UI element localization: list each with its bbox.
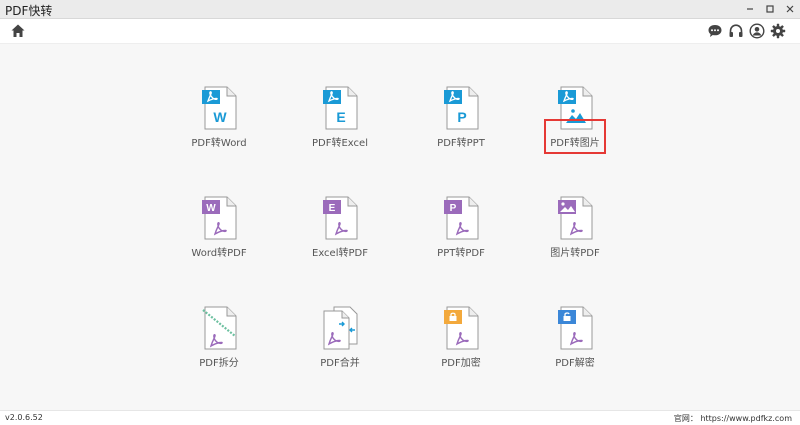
ppt-to-pdf-icon: P [444, 196, 479, 240]
tool-word-to-pdf[interactable]: W Word转PDF [164, 196, 274, 276]
tool-pdf-to-word[interactable]: W PDF转Word [164, 86, 274, 166]
image-to-pdf-icon [558, 196, 593, 240]
close-icon[interactable] [782, 1, 798, 17]
maximize-icon[interactable] [762, 1, 778, 17]
pdf-to-word-icon: W [202, 86, 237, 130]
gear-icon[interactable] [770, 23, 786, 39]
chat-icon[interactable] [707, 23, 723, 39]
tool-ppt-to-pdf[interactable]: P PPT转PDF [406, 196, 516, 276]
tool-label: PDF解密 [555, 358, 595, 369]
minimize-icon[interactable] [742, 1, 758, 17]
status-bar: v2.0.6.52 官网： https://www.pdfkz.com [0, 410, 800, 425]
tool-label: Word转PDF [191, 248, 247, 259]
pdf-to-ppt-icon: P [444, 86, 479, 130]
toolbar [0, 19, 800, 43]
tool-pdf-merge[interactable]: PDF合并 [285, 306, 395, 386]
tool-pdf-encrypt[interactable]: PDF加密 [406, 306, 516, 386]
svg-text:P: P [450, 203, 457, 214]
tool-label: PDF转Excel [312, 138, 368, 149]
pdf-decrypt-icon [558, 306, 593, 350]
tool-label: 图片转PDF [550, 248, 600, 259]
tool-pdf-decrypt[interactable]: PDF解密 [520, 306, 630, 386]
tool-excel-to-pdf[interactable]: E Excel转PDF [285, 196, 395, 276]
tool-label: PDF转Word [191, 138, 247, 149]
version-label: v2.0.6.52 [5, 413, 43, 422]
tool-grid: W PDF转Word E PDF转Excel P PDF转PPT PDF转图片 … [0, 43, 800, 410]
tool-label: PDF加密 [441, 358, 481, 369]
tool-pdf-split[interactable]: PDF拆分 [164, 306, 274, 386]
tool-pdf-to-excel[interactable]: E PDF转Excel [285, 86, 395, 166]
pdf-encrypt-icon [444, 306, 479, 350]
app-title: PDF快转 [5, 4, 53, 18]
svg-text:W: W [213, 109, 227, 125]
tool-label: PPT转PDF [437, 248, 485, 259]
pdf-split-icon [202, 306, 237, 350]
svg-text:E: E [336, 109, 345, 125]
pdf-to-excel-icon: E [323, 86, 358, 130]
headset-icon[interactable] [728, 23, 744, 39]
svg-text:P: P [457, 109, 466, 125]
tool-image-to-pdf[interactable]: 图片转PDF [520, 196, 630, 276]
home-icon[interactable] [10, 23, 26, 39]
tool-label: PDF合并 [320, 358, 360, 369]
pdf-merge-icon [323, 306, 358, 350]
tool-pdf-to-ppt[interactable]: P PDF转PPT [406, 86, 516, 166]
tool-label: Excel转PDF [312, 248, 368, 259]
svg-text:W: W [206, 203, 216, 214]
title-bar: PDF快转 [0, 0, 800, 19]
word-to-pdf-icon: W [202, 196, 237, 240]
selection-highlight [544, 119, 606, 154]
website-link[interactable]: 官网： https://www.pdfkz.com [674, 413, 792, 424]
svg-text:E: E [329, 203, 336, 214]
tool-label: PDF转PPT [437, 138, 485, 149]
tool-label: PDF拆分 [199, 358, 239, 369]
user-icon[interactable] [749, 23, 765, 39]
excel-to-pdf-icon: E [323, 196, 358, 240]
